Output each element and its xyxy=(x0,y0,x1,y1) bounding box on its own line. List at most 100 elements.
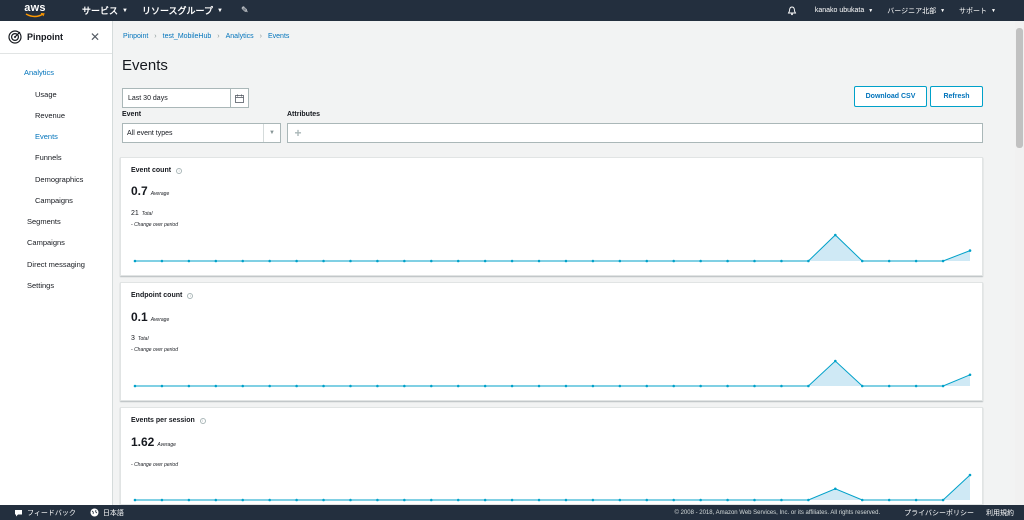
date-range-picker[interactable]: Last 30 days xyxy=(122,88,249,108)
chevron-down-icon[interactable]: ▼ xyxy=(263,124,280,142)
chart-point xyxy=(780,384,783,388)
chart-point xyxy=(941,384,945,388)
chart-point xyxy=(456,498,460,502)
sidebar-item-campaigns[interactable]: Campaigns xyxy=(27,238,65,247)
copyright-text: © 2008 - 2018, Amazon Web Services, Inc.… xyxy=(674,509,881,516)
chart-area xyxy=(135,475,970,500)
page-title: Events xyxy=(122,57,168,74)
breadcrumb-events: Events xyxy=(267,33,290,40)
chart-point xyxy=(187,259,191,263)
chevron-down-icon: ▼ xyxy=(991,7,996,14)
chart-point xyxy=(295,259,298,263)
add-icon[interactable]: + xyxy=(288,124,308,142)
chart-point xyxy=(349,498,352,502)
breadcrumb: Pinpoint › test_MobileHub › Analytics › … xyxy=(123,33,295,40)
chart-point xyxy=(376,498,379,502)
chart-point xyxy=(672,384,676,388)
chart-point xyxy=(537,498,541,502)
chart-point xyxy=(268,498,271,502)
chart-point xyxy=(860,259,864,263)
top-navigation-bar: aws サービス ▼ リソースグループ ▼ ✎ kanako ubukata ▼ バー… xyxy=(0,0,1024,21)
sidebar-item-direct-messaging[interactable]: Direct messaging xyxy=(27,260,85,269)
chart-point xyxy=(510,259,514,263)
sidebar-item-events[interactable]: Events xyxy=(35,132,58,141)
event-type-value: All event types xyxy=(127,129,173,137)
privacy-policy-link[interactable]: プライバシーポリシー xyxy=(904,508,974,518)
chart-point xyxy=(618,259,622,263)
download-csv-button[interactable]: Download CSV xyxy=(854,86,927,107)
chart-point xyxy=(618,498,622,502)
refresh-button[interactable]: Refresh xyxy=(930,86,983,107)
chart-area xyxy=(135,235,970,261)
chart-point xyxy=(726,384,729,388)
event-count-card: Event count i 0.7 Average 21 Total - Change… xyxy=(120,157,983,276)
language-label: 日本語 xyxy=(102,509,124,517)
chevron-down-icon: ▼ xyxy=(868,7,874,14)
aws-logo[interactable]: aws xyxy=(0,0,70,21)
sidebar-item-segments[interactable]: Segments xyxy=(27,217,61,226)
terms-of-use-link[interactable]: 利用規約 xyxy=(986,508,1014,518)
chart-point xyxy=(403,384,406,388)
events-per-session-card: Events per session i 1.62 Average - Change… xyxy=(120,407,983,505)
region-menu[interactable]: バージニア北部 ▼ xyxy=(887,6,945,16)
sidebar-title: Pinpoint xyxy=(27,32,63,42)
chart-point xyxy=(349,259,352,263)
chart-point xyxy=(564,498,568,502)
event-filter-label: Event xyxy=(122,111,142,118)
chart-point xyxy=(133,384,137,388)
chart-point xyxy=(645,384,649,388)
sidebar-item-revenue[interactable]: Revenue xyxy=(35,111,65,120)
chart-point xyxy=(403,498,406,502)
services-menu[interactable]: サービス ▼ xyxy=(82,4,128,17)
breadcrumb-project[interactable]: test_MobileHub xyxy=(163,33,212,40)
feedback-link[interactable]: フィードバック xyxy=(14,508,76,518)
chevron-right-icon: › xyxy=(154,33,157,40)
resource-groups-menu[interactable]: リソースグループ ▼ xyxy=(142,4,223,17)
breadcrumb-pinpoint[interactable]: Pinpoint xyxy=(123,33,148,40)
sidebar-item-settings[interactable]: Settings xyxy=(27,281,54,290)
sidebar-item-analytics[interactable]: Analytics xyxy=(24,68,54,77)
chart-point xyxy=(968,473,972,477)
event-type-select[interactable]: All event types ▼ xyxy=(122,123,281,143)
endpoint-count-card: Endpoint count i 0.1 Average 3 Total - Chan… xyxy=(120,282,983,401)
sidebar-item-analytics-campaigns[interactable]: Campaigns xyxy=(35,196,73,205)
chart-point xyxy=(483,498,487,502)
pin-icon[interactable]: ✎ xyxy=(241,5,249,16)
language-selector[interactable]: 日本語 xyxy=(90,508,124,518)
chevron-down-icon: ▼ xyxy=(122,7,128,14)
scrollbar-thumb[interactable] xyxy=(1016,28,1023,148)
chart-point xyxy=(456,384,460,388)
chart-point xyxy=(510,498,514,502)
chart-point xyxy=(618,384,622,388)
chart-point xyxy=(834,487,837,491)
support-menu[interactable]: サポート ▼ xyxy=(959,6,996,16)
bell-icon[interactable] xyxy=(787,6,797,16)
chart-point xyxy=(860,498,864,502)
chart-point xyxy=(699,498,702,502)
chart-point xyxy=(510,384,514,388)
chevron-down-icon: ▼ xyxy=(940,7,946,14)
chart-point xyxy=(753,384,756,388)
attributes-input[interactable]: + xyxy=(287,123,983,143)
chart-point xyxy=(160,384,164,388)
chart-point xyxy=(564,384,568,388)
sidebar-item-funnels[interactable]: Funnels xyxy=(35,153,62,162)
region-menu-label: バージニア北部 xyxy=(887,7,937,15)
calendar-icon[interactable] xyxy=(230,89,248,107)
footer: フィードバック 日本語 © 2008 - 2018, Amazon Web Se… xyxy=(0,505,1024,520)
aws-logo-text: aws xyxy=(24,2,46,14)
chart-point xyxy=(133,259,137,263)
breadcrumb-analytics[interactable]: Analytics xyxy=(226,33,254,40)
chart-point xyxy=(591,384,595,388)
chart-point xyxy=(753,498,756,502)
close-icon[interactable]: ✕ xyxy=(90,30,100,44)
support-menu-label: サポート xyxy=(959,7,988,15)
user-menu[interactable]: kanako ubukata ▼ xyxy=(815,7,873,14)
user-menu-label: kanako ubukata xyxy=(814,7,865,14)
chart-point xyxy=(672,498,676,502)
chart-point xyxy=(914,498,918,502)
sidebar-item-demographics[interactable]: Demographics xyxy=(35,175,83,184)
date-range-value: Last 30 days xyxy=(128,94,168,102)
chevron-down-icon: ▼ xyxy=(216,7,223,14)
sidebar-item-usage[interactable]: Usage xyxy=(35,90,57,99)
